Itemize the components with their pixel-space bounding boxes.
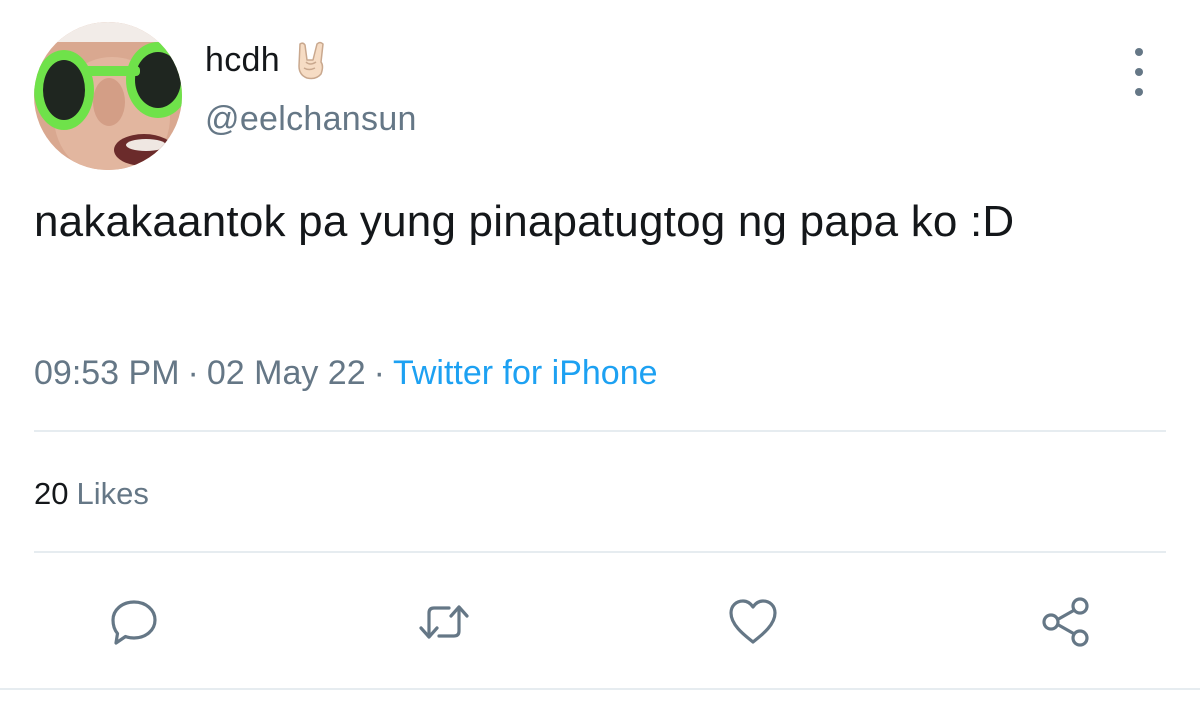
user-handle[interactable]: @eelchansun (205, 100, 417, 139)
divider (0, 688, 1200, 690)
meta-separator: · (187, 354, 199, 392)
meta-separator: · (373, 354, 385, 392)
retweet-icon (419, 605, 469, 639)
display-name-row: hcdh (205, 38, 330, 82)
likes-stat[interactable]: 20 Likes (34, 476, 149, 512)
share-icon (1042, 597, 1089, 647)
tweet-source-link[interactable]: Twitter for iPhone (393, 354, 658, 392)
share-button[interactable] (1036, 592, 1096, 652)
more-dot (1135, 68, 1143, 76)
reply-icon (111, 600, 157, 645)
sign-of-the-horns-emoji-icon (294, 40, 330, 80)
reply-button[interactable] (104, 592, 164, 652)
like-button[interactable] (723, 592, 783, 652)
divider (34, 430, 1166, 432)
tweet-text: nakakaantok pa yung pinapatugtog ng papa… (34, 197, 1015, 246)
more-dot (1135, 88, 1143, 96)
tweet-time: 09:53 PM (34, 354, 180, 392)
more-vertical-icon[interactable] (1124, 48, 1154, 96)
display-name[interactable]: hcdh (205, 41, 280, 80)
retweet-button[interactable] (414, 592, 474, 652)
likes-label: Likes (76, 476, 149, 511)
tweet-date: 02 May 22 (206, 354, 366, 392)
more-dot (1135, 48, 1143, 56)
tweet-meta: 09:53 PM · 02 May 22 · Twitter for iPhone (34, 354, 658, 393)
divider (34, 551, 1166, 553)
heart-icon (729, 599, 777, 644)
likes-count: 20 (34, 476, 69, 511)
avatar[interactable] (34, 22, 182, 170)
